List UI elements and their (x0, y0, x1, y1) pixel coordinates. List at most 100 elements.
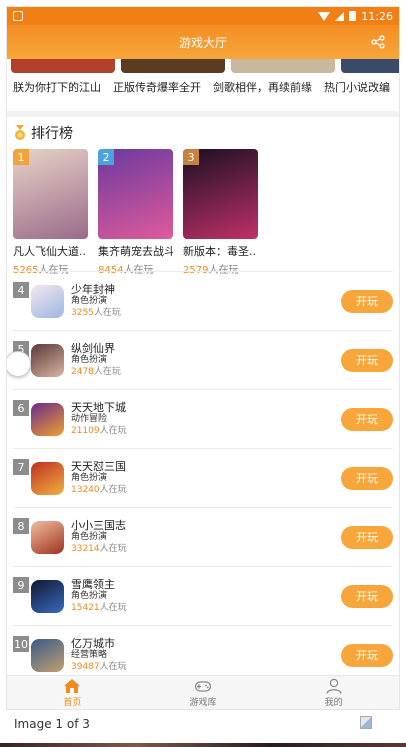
rank-badge: 3 (183, 149, 199, 165)
game-cover[interactable]: 1 (13, 149, 88, 239)
list-item[interactable]: 7 天天怼三国 角色扮演 13240人在玩 开玩 (13, 448, 393, 507)
rank-number: 4 (13, 282, 29, 298)
player-count: 13240人在玩 (71, 484, 341, 496)
banner-title[interactable]: 剑歌相伴，再续前缘 (213, 79, 312, 95)
play-button[interactable]: 开玩 (341, 407, 393, 431)
player-count-value: 33214 (71, 544, 100, 554)
user-icon (326, 678, 342, 694)
play-button[interactable]: 开玩 (341, 525, 393, 549)
rank-number: 9 (13, 577, 29, 593)
share-icon[interactable] (371, 35, 385, 49)
game-category: 动作冒险 (71, 414, 108, 424)
ranking-list: 4 少年封神 角色扮演 3255人在玩 开玩 5 纵剑仙界 角色扮演 2478人在玩 开玩 6 天天地… (7, 271, 399, 684)
tab-game-library[interactable]: 游戏库 (138, 676, 269, 709)
player-count-suffix: 人在玩 (99, 662, 127, 672)
game-name: 集齐萌宠去战斗 (98, 245, 173, 258)
game-icon[interactable] (31, 461, 64, 495)
image-caption: Image 1 of 3 (14, 717, 90, 731)
top-game-card[interactable]: 3 新版本：毒圣.. 2579人在玩 (183, 149, 258, 276)
game-cover[interactable]: 3 (183, 149, 258, 239)
game-category: 角色扮演 (71, 532, 108, 542)
battery-icon (349, 11, 357, 21)
play-button[interactable]: 开玩 (341, 584, 393, 608)
player-count-value: 15421 (71, 603, 100, 613)
list-item[interactable]: 9 雪鹰领主 角色扮演 15421人在玩 开玩 (13, 566, 393, 625)
page-title: 游戏大厅 (178, 35, 227, 50)
game-icon[interactable] (31, 579, 64, 613)
home-icon (64, 678, 81, 693)
game-icon[interactable] (31, 402, 64, 436)
status-time: 11:26 (361, 9, 393, 23)
banner-image[interactable] (341, 59, 399, 73)
top-game-card[interactable]: 1 凡人飞仙大道.. 5265人在玩 (13, 149, 88, 276)
player-count-suffix: 人在玩 (99, 426, 127, 436)
tab-game-library-label: 游戏库 (189, 697, 217, 708)
rank-number: 8 (13, 518, 29, 534)
game-icon[interactable] (31, 343, 64, 377)
player-count-value: 39487 (71, 662, 100, 672)
game-category: 角色扮演 (71, 473, 108, 483)
play-button[interactable]: 开玩 (341, 348, 393, 372)
banner-image[interactable] (121, 59, 225, 73)
image-placeholder-icon (360, 716, 372, 729)
player-count-value: 21109 (71, 426, 100, 436)
player-count-suffix: 人在玩 (99, 544, 127, 554)
player-count: 3255人在玩 (71, 307, 341, 319)
player-count-suffix: 人在玩 (93, 367, 121, 377)
game-cover[interactable]: 2 (98, 149, 173, 239)
game-icon[interactable] (31, 520, 64, 554)
game-name: 亿万城市 (71, 637, 115, 650)
player-count: 21109人在玩 (71, 425, 341, 437)
game-icon[interactable] (31, 284, 64, 318)
player-count: 39487人在玩 (71, 661, 341, 673)
app-screen: 11:26 游戏大厅 朕为你打下的江山 正版传奇爆率全开 剑歌相伴，再续前缘 热门小说… (6, 6, 400, 710)
rank-number: 10 (13, 636, 29, 652)
list-item[interactable]: 8 小小三国志 角色扮演 33214人在玩 开玩 (13, 507, 393, 566)
notification-icon (13, 11, 23, 21)
rank-number: 6 (13, 400, 29, 416)
floating-assist-button[interactable] (7, 351, 31, 377)
player-count-suffix: 人在玩 (93, 308, 121, 318)
tab-mine[interactable]: 我的 (268, 676, 399, 709)
top-game-card[interactable]: 2 集齐萌宠去战斗 8454人在玩 (98, 149, 173, 276)
game-category: 角色扮演 (71, 296, 108, 306)
game-name: 凡人飞仙大道.. (13, 245, 86, 258)
ranking-title: 排行榜 (31, 126, 73, 142)
banner-title[interactable]: 热门小说改编 (324, 79, 390, 95)
top-three: 1 凡人飞仙大道.. 5265人在玩 2 集齐萌宠去战斗 8454人在玩 3 新版本：毒圣..… (7, 149, 399, 276)
banner-title[interactable]: 朕为你打下的江山 (13, 79, 101, 95)
tab-home-label: 首页 (63, 697, 82, 708)
list-item[interactable]: 5 纵剑仙界 角色扮演 2478人在玩 开玩 (13, 330, 393, 389)
signal-icon (335, 11, 345, 21)
list-item[interactable]: 4 少年封神 角色扮演 3255人在玩 开玩 (13, 271, 393, 330)
banner-title[interactable]: 正版传奇爆率全开 (113, 79, 201, 95)
play-button[interactable]: 开玩 (341, 289, 393, 313)
game-name: 天天怼三国 (71, 460, 126, 473)
player-count-suffix: 人在玩 (99, 485, 127, 495)
banner-image[interactable] (231, 59, 335, 73)
player-count-value: 2478 (71, 367, 94, 377)
game-icon[interactable] (31, 638, 64, 672)
game-category: 角色扮演 (71, 591, 108, 601)
game-category: 角色扮演 (71, 355, 108, 365)
play-button[interactable]: 开玩 (341, 466, 393, 490)
banner-image[interactable] (11, 59, 115, 73)
player-count: 33214人在玩 (71, 543, 341, 555)
game-category: 经营策略 (71, 650, 108, 660)
player-count-suffix: 人在玩 (99, 603, 127, 613)
featured-banners: 朕为你打下的江山 正版传奇爆率全开 剑歌相伴，再续前缘 热门小说改编 (7, 59, 399, 111)
player-count: 2478人在玩 (71, 366, 341, 378)
play-button[interactable]: 开玩 (341, 643, 393, 667)
bottom-tab-bar: 首页 游戏库 我的 (7, 675, 399, 709)
player-count-value: 13240 (71, 485, 100, 495)
player-count: 15421人在玩 (71, 602, 341, 614)
list-item[interactable]: 6 天天地下城 动作冒险 21109人在玩 开玩 (13, 389, 393, 448)
status-bar: 11:26 (7, 7, 399, 25)
rank-badge: 1 (13, 149, 29, 165)
tab-home[interactable]: 首页 (7, 676, 138, 709)
wifi-icon (318, 11, 331, 21)
tab-mine-label: 我的 (324, 697, 343, 708)
game-name: 少年封神 (71, 283, 115, 296)
medal-icon (15, 125, 25, 140)
game-name: 雪鹰领主 (71, 578, 115, 591)
